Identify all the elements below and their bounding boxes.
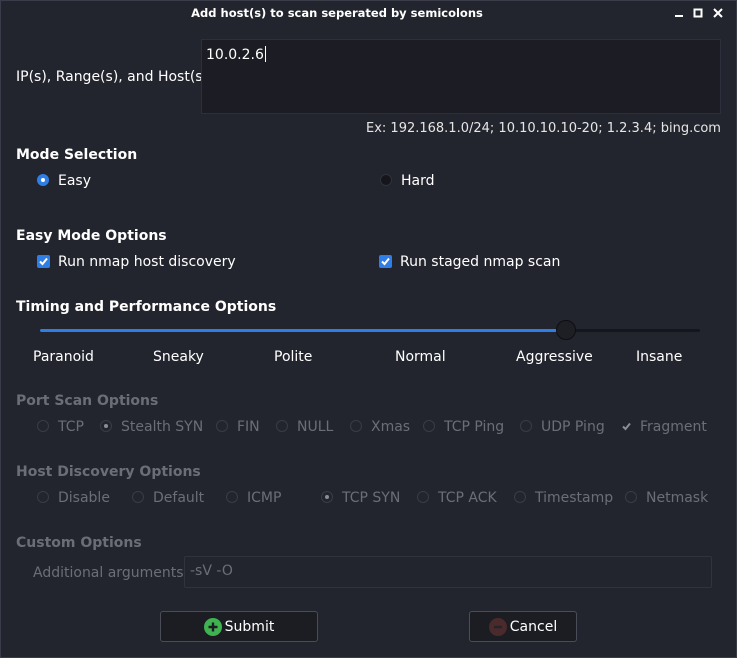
fragment-checkbox[interactable]	[620, 420, 633, 433]
timing-heading: Timing and Performance Options	[16, 299, 277, 315]
port-stealth-syn-radio[interactable]	[100, 420, 112, 432]
hd-tcp-syn-label[interactable]: TCP SYN	[342, 490, 400, 506]
hd-default-radio[interactable]	[132, 491, 144, 503]
host-discovery-checkbox[interactable]	[37, 255, 50, 268]
mode-easy-radio[interactable]	[37, 174, 49, 186]
mode-heading: Mode Selection	[16, 147, 138, 163]
hosts-label: IP(s), Range(s), and Host(s)	[16, 69, 209, 85]
cancel-label: Cancel	[509, 618, 558, 635]
additional-args-label: Additional arguments	[33, 565, 184, 581]
hd-tcp-syn-radio[interactable]	[321, 491, 333, 503]
timing-slider-track[interactable]	[40, 329, 700, 332]
host-discovery-label[interactable]: Run nmap host discovery	[58, 254, 236, 270]
minimize-icon[interactable]	[670, 4, 688, 22]
timing-label-paranoid: Paranoid	[33, 349, 94, 365]
hd-default-label[interactable]: Default	[153, 490, 204, 506]
port-udp-ping-label[interactable]: UDP Ping	[541, 419, 605, 435]
host-discovery-heading: Host Discovery Options	[16, 464, 201, 480]
submit-button[interactable]: Submit	[160, 611, 318, 642]
mode-hard-radio[interactable]	[380, 174, 392, 186]
timing-slider-fill	[40, 329, 566, 332]
additional-args-input[interactable]: -sV -O	[184, 556, 712, 588]
title-bar: Add host(s) to scan seperated by semicol…	[0, 0, 737, 28]
port-tcp-radio[interactable]	[37, 420, 49, 432]
port-null-label[interactable]: NULL	[297, 419, 333, 435]
text-caret	[264, 46, 266, 62]
timing-label-insane: Insane	[636, 349, 683, 365]
hd-tcp-ack-label[interactable]: TCP ACK	[438, 490, 497, 506]
port-xmas-radio[interactable]	[350, 420, 362, 432]
hosts-value: 10.0.2.6	[206, 47, 264, 63]
hd-icmp-label[interactable]: ICMP	[247, 490, 281, 506]
port-xmas-label[interactable]: Xmas	[371, 419, 410, 435]
port-fin-label[interactable]: FIN	[237, 419, 260, 435]
port-tcp-ping-radio[interactable]	[423, 420, 435, 432]
cancel-icon	[488, 617, 507, 636]
easy-options-heading: Easy Mode Options	[16, 228, 167, 244]
hd-icmp-radio[interactable]	[226, 491, 238, 503]
submit-label: Submit	[224, 618, 275, 635]
hd-disable-radio[interactable]	[37, 491, 49, 503]
hd-timestamp-label[interactable]: Timestamp	[535, 490, 613, 506]
custom-options-heading: Custom Options	[16, 535, 142, 551]
maximize-icon[interactable]	[689, 4, 707, 22]
port-scan-heading: Port Scan Options	[16, 393, 159, 409]
timing-label-normal: Normal	[395, 349, 446, 365]
hd-disable-label[interactable]: Disable	[58, 490, 110, 506]
hd-netmask-radio[interactable]	[625, 491, 637, 503]
port-stealth-syn-label[interactable]: Stealth SYN	[121, 419, 203, 435]
close-icon[interactable]	[709, 4, 727, 22]
port-fin-radio[interactable]	[216, 420, 228, 432]
checkmark-icon	[39, 257, 48, 266]
add-icon	[203, 617, 222, 636]
hd-timestamp-radio[interactable]	[514, 491, 526, 503]
hosts-input[interactable]: 10.0.2.6	[201, 39, 721, 114]
hd-netmask-label[interactable]: Netmask	[646, 490, 708, 506]
checkmark-icon	[381, 257, 390, 266]
mode-hard-label[interactable]: Hard	[401, 173, 435, 189]
port-tcp-ping-label[interactable]: TCP Ping	[444, 419, 504, 435]
timing-label-sneaky: Sneaky	[153, 349, 204, 365]
checkmark-icon	[622, 422, 631, 431]
staged-scan-label[interactable]: Run staged nmap scan	[400, 254, 560, 270]
timing-label-polite: Polite	[274, 349, 313, 365]
staged-scan-checkbox[interactable]	[379, 255, 392, 268]
timing-label-aggressive: Aggressive	[516, 349, 593, 365]
hd-tcp-ack-radio[interactable]	[417, 491, 429, 503]
window-title: Add host(s) to scan seperated by semicol…	[191, 6, 483, 20]
port-tcp-label[interactable]: TCP	[58, 419, 84, 435]
mode-easy-label[interactable]: Easy	[58, 173, 91, 189]
timing-slider-handle[interactable]	[556, 320, 576, 340]
cancel-button[interactable]: Cancel	[469, 611, 577, 642]
port-udp-ping-radio[interactable]	[520, 420, 532, 432]
fragment-label[interactable]: Fragment	[640, 419, 707, 435]
hosts-example: Ex: 192.168.1.0/24; 10.10.10.10-20; 1.2.…	[366, 121, 721, 136]
port-null-radio[interactable]	[276, 420, 288, 432]
